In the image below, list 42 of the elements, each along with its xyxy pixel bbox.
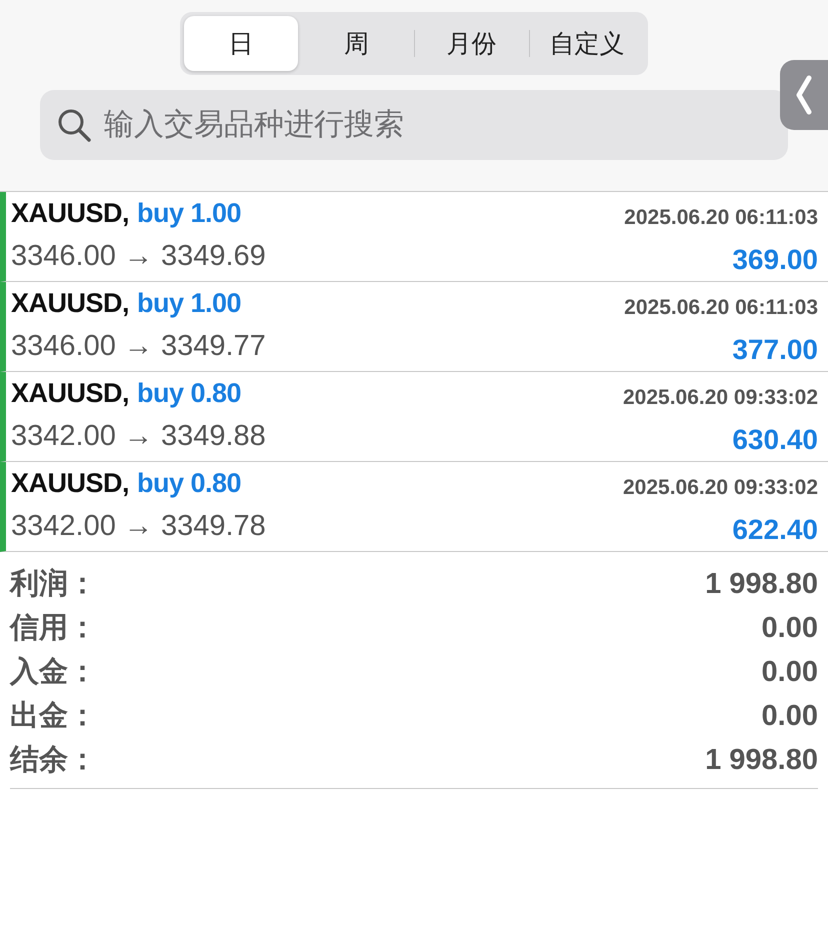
summary-value: 1 998.80 [705,744,818,776]
price-range: 3342.00 → 3349.88 [11,420,267,454]
summary-label: 出金： [10,699,97,734]
summary-label: 结余： [10,743,97,778]
trade-time: 2025.06.20 06:11:03 [624,206,818,230]
period-tab[interactable]: 日 [184,16,298,71]
summary-value: 1 998.80 [705,568,818,600]
order-label: buy 0.80 [137,378,242,409]
profit-value: 377.00 [731,334,818,366]
profit-value: 369.00 [731,244,818,276]
search-field[interactable]: 输入交易品种进行搜索 [40,90,788,160]
symbol-label: XAUUSD, [11,468,130,499]
price-range: 3346.00 → 3349.77 [11,330,267,364]
summary-label: 利润： [10,566,97,602]
profit-value: 630.40 [731,424,818,456]
trade-row[interactable]: XAUUSD, buy 0.80 2025.06.20 09:33:02 3342.00 → 3349.88 630.40 [0,372,828,462]
trade-time: 2025.06.20 09:33:02 [623,476,818,500]
period-tab[interactable]: 自定义 [530,16,644,71]
order-label: buy 1.00 [137,198,242,229]
symbol-label: XAUUSD, [11,378,130,409]
search-icon [56,107,92,143]
collapse-button[interactable] [780,60,828,130]
summary-value: 0.00 [762,700,818,732]
price-range: 3342.00 → 3349.78 [11,510,267,544]
chevron-left-icon [795,75,813,115]
symbol-label: XAUUSD, [11,288,130,319]
trade-time: 2025.06.20 06:11:03 [624,296,818,320]
trade-row[interactable]: XAUUSD, buy 1.00 2025.06.20 06:11:03 3346.00 → 3349.69 369.00 [0,192,828,282]
trade-time: 2025.06.20 09:33:02 [623,386,818,410]
trade-row[interactable]: XAUUSD, buy 0.80 2025.06.20 09:33:02 3342.00 → 3349.78 622.40 [0,462,828,552]
period-tab[interactable]: 月份 [414,16,529,71]
summary-value: 0.00 [762,612,818,644]
order-label: buy 1.00 [137,288,242,319]
summary-label: 入金： [10,655,97,690]
summary-label: 信用： [10,611,97,646]
order-label: buy 0.80 [137,468,242,499]
period-tab[interactable]: 周 [299,16,414,71]
profit-value: 622.40 [731,514,818,546]
summary-value: 0.00 [762,656,818,688]
trade-row[interactable]: XAUUSD, buy 1.00 2025.06.20 06:11:03 3346.00 → 3349.77 377.00 [0,282,828,372]
symbol-label: XAUUSD, [11,198,130,229]
price-range: 3346.00 → 3349.69 [11,240,267,274]
